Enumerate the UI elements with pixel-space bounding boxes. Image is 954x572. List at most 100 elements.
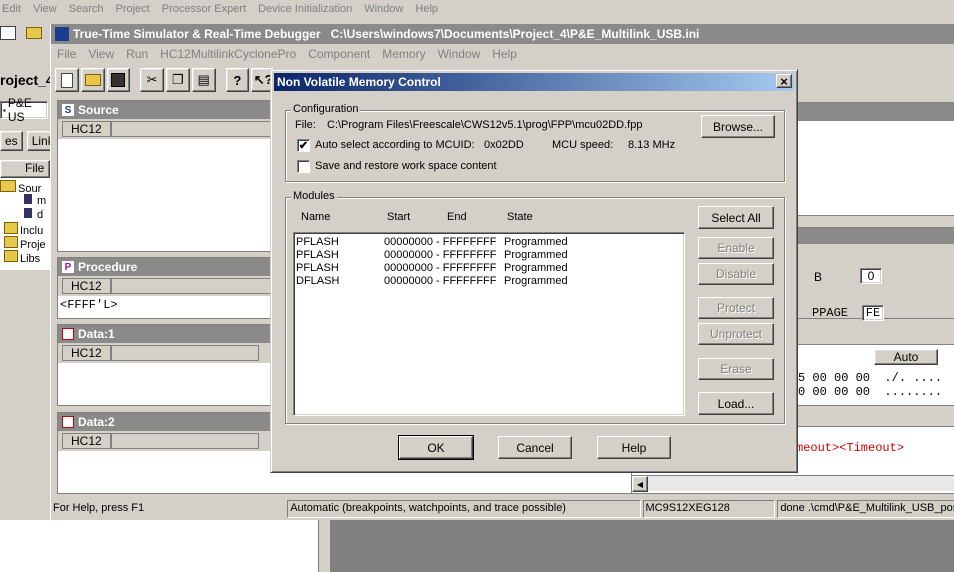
module-name: DFLASH [296,275,340,287]
module-state: Programmed [504,262,568,274]
menu-view[interactable]: View [27,3,63,15]
ppage-value[interactable]: FE [862,305,884,321]
right-top-titlebar [798,103,954,121]
nvm-title: Non Volatile Memory Control [277,75,441,89]
paste-icon[interactable]: ▤ [191,68,216,92]
procedure-tab-filler [110,278,289,294]
menu-search[interactable]: Search [63,3,110,15]
close-icon[interactable]: × [776,74,792,89]
mcuid-value: 0x02DD [484,139,524,151]
modules-list[interactable]: PFLASH 00000000 - FFFFFFFF Programmed PF… [293,232,685,416]
col-end: End [447,211,467,223]
module-name: PFLASH [296,262,339,274]
file-path: C:\Program Files\Freescale\CWS12v5.1\pro… [327,119,643,131]
open-icon[interactable] [80,68,105,92]
data-window-icon [62,328,74,340]
source-tab-hc12[interactable]: HC12 [62,121,111,137]
procedure-tab-hc12[interactable]: HC12 [62,278,111,294]
project-title: roject_4 [0,72,54,88]
unprotect-button[interactable]: Unprotect [698,323,774,345]
dbg-menu-help[interactable]: Help [486,47,523,61]
menu-processor-expert[interactable]: Processor Expert [156,3,252,15]
debugger-toolbar: ✂ ❐ ▤ ? ↖? [55,68,275,92]
dbg-menu-view[interactable]: View [82,47,120,61]
tree-item-includes[interactable]: Inclu [4,222,43,237]
menu-edit[interactable]: Edit [0,3,27,15]
ppage-label: PPAGE [812,306,849,320]
col-start: Start [387,211,411,223]
menu-project[interactable]: Project [109,3,155,15]
tab-files[interactable]: es [0,131,23,151]
tree-item-project-settings[interactable]: Proje [4,236,46,251]
save-restore-label[interactable]: Save and restore work space content [315,160,497,172]
reg-b-value[interactable]: 0 [860,268,882,284]
module-end: - FFFFFFFF [436,236,497,248]
protect-button[interactable]: Protect [698,297,774,319]
save-restore-checkbox[interactable] [297,160,310,173]
file-label: File: [295,119,316,131]
project-target-combo[interactable]: ▪ P&E US [0,96,48,124]
file-icon [24,208,32,218]
data2-tab-hc12[interactable]: HC12 [62,433,111,449]
ok-button[interactable]: OK [398,435,474,460]
auto-select-label[interactable]: Auto select according to MCUID: [315,139,475,151]
cancel-button[interactable]: Cancel [498,436,572,459]
new-file-icon[interactable] [0,26,16,40]
copy-icon[interactable]: ❐ [166,68,190,92]
bottom-area [0,520,954,572]
dbg-menu-component[interactable]: Component [302,47,376,61]
help-icon[interactable]: ? [225,68,250,92]
mcu-speed-label: MCU speed: [552,139,614,151]
disable-button[interactable]: Disable [698,263,774,285]
outer-menubar: Edit View Search Project Processor Exper… [0,0,954,18]
memory-auto-button[interactable]: Auto [874,349,938,365]
list-item[interactable]: PFLASH 00000000 - FFFFFFFF Programmed [296,249,676,262]
status-command: done .\cmd\P&E_Multilink_USB_pos [777,500,954,518]
new-icon[interactable] [55,68,79,92]
list-item[interactable]: DFLASH 00000000 - FFFFFFFF Programmed [296,275,676,288]
register-panel: B 0 PPAGE FE [797,227,954,321]
source-tab-filler [110,121,289,137]
erase-button[interactable]: Erase [698,358,774,380]
menu-window[interactable]: Window [358,3,409,15]
cut-icon[interactable]: ✂ [140,68,164,92]
dbg-menu-memory[interactable]: Memory [376,47,431,61]
right-top-panel [797,102,954,216]
bottom-gray-pane [330,520,954,572]
tree-item-sources[interactable]: Sour [0,180,41,195]
module-start: 00000000 [384,249,433,261]
folder-icon [4,236,18,248]
load-button[interactable]: Load... [698,392,774,415]
enable-button[interactable]: Enable [698,237,774,259]
help-button[interactable]: Help [597,436,671,459]
list-item[interactable]: PFLASH 00000000 - FFFFFFFF Programmed [296,262,676,275]
select-all-button[interactable]: Select All [698,206,774,229]
memory-panel: Auto 5 00 00 00 ./. .... 0 00 00 00 ....… [797,344,954,406]
tree-item-libs[interactable]: Libs [4,250,40,265]
save-icon[interactable] [106,68,131,92]
project-tree: File Sour m d Inclu Proje Libs [0,160,50,270]
command-scrollbar[interactable]: ◀ [632,475,954,492]
module-start: 00000000 [384,262,433,274]
scroll-left-icon[interactable]: ◀ [632,476,648,492]
tree-item-file-d[interactable]: d [24,208,43,221]
debugger-menubar: File View Run HC12MultilinkCyclonePro Co… [51,45,954,63]
data2-title: Data:2 [78,415,115,429]
browse-button[interactable]: Browse... [701,115,775,138]
status-help: For Help, press F1 [53,502,145,514]
list-item[interactable]: PFLASH 00000000 - FFFFFFFF Programmed [296,236,676,249]
dbg-menu-window[interactable]: Window [432,47,487,61]
auto-select-checkbox[interactable]: ✔ [297,139,310,152]
menu-help[interactable]: Help [409,3,444,15]
data1-tab-hc12[interactable]: HC12 [62,345,111,361]
tree-item-file-m[interactable]: m [24,194,46,207]
tree-label: m [37,195,47,207]
menu-device-initialization[interactable]: Device Initialization [252,3,358,15]
dbg-menu-run[interactable]: Run [120,47,154,61]
debugger-app-icon [55,27,69,41]
open-folder-icon[interactable] [26,27,42,39]
folder-icon [4,222,18,234]
nvm-dialog: Non Volatile Memory Control × Configurat… [270,69,798,473]
dbg-menu-file[interactable]: File [51,47,82,61]
dbg-menu-hc12multilink[interactable]: HC12MultilinkCyclonePro [154,47,302,61]
